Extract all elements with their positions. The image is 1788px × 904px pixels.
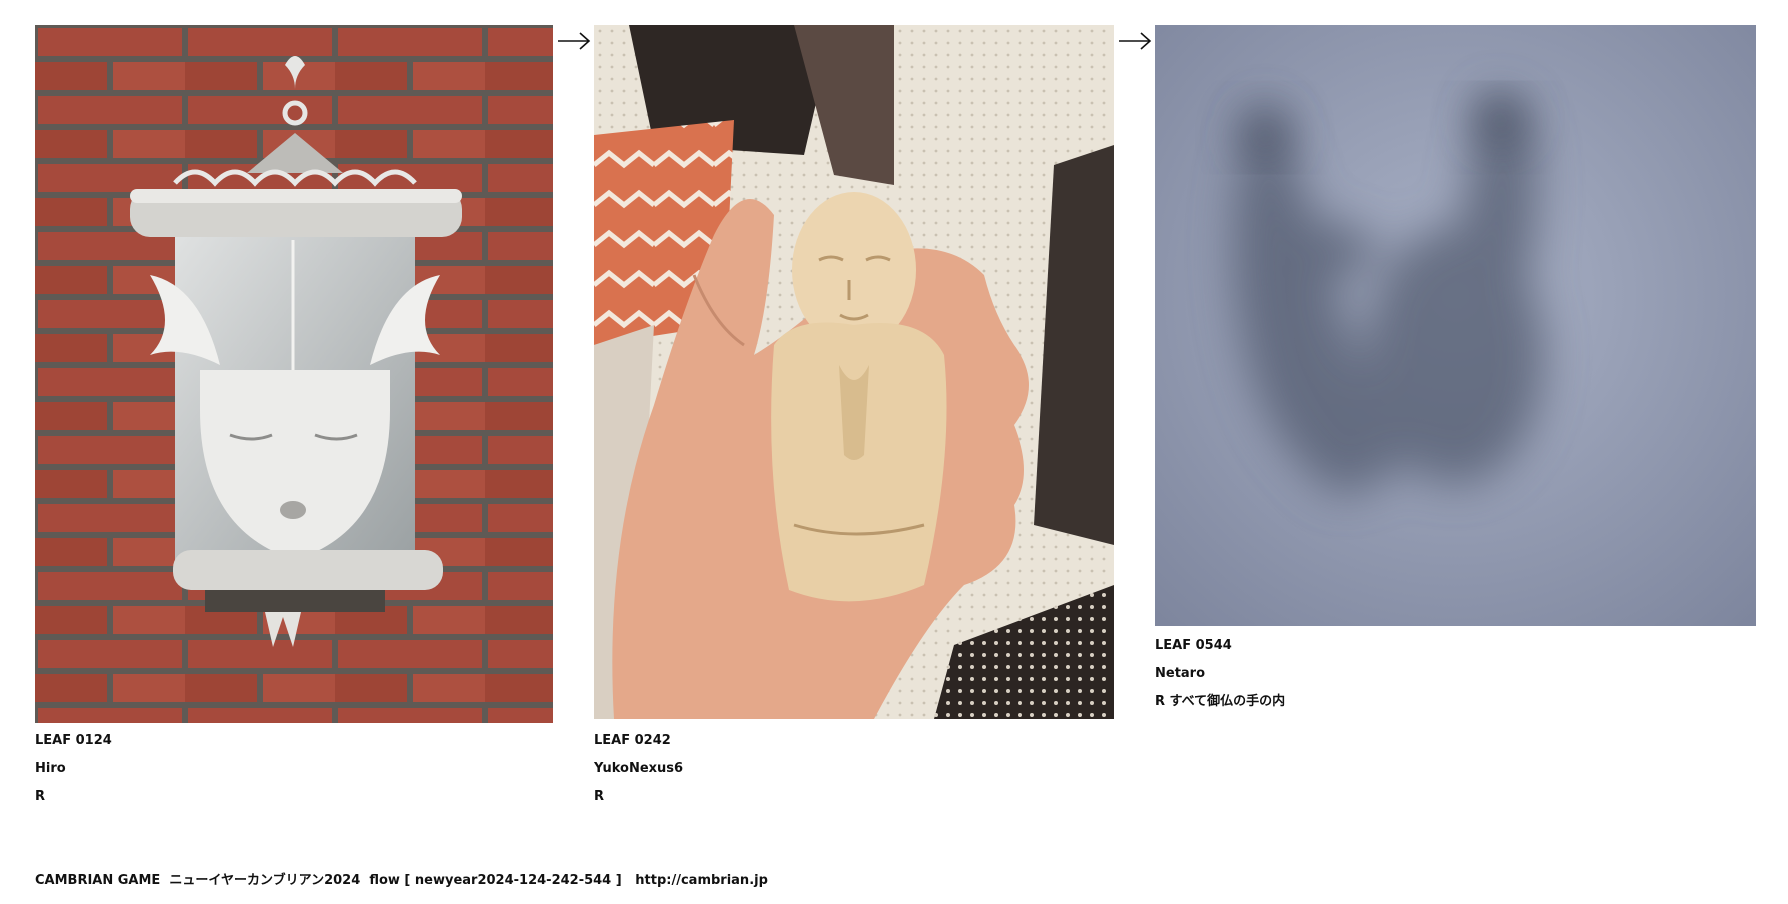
leaf-photo-1[interactable] xyxy=(35,25,553,723)
right-arrow-icon xyxy=(558,32,591,50)
leaf-author-1[interactable]: Hiro xyxy=(35,761,553,776)
leaf-card-1: LEAF 0124 Hiro R xyxy=(35,25,553,804)
footer-info: CAMBRIAN GAME ニューイヤーカンブリアン2024 flow [ ne… xyxy=(35,873,768,889)
leaf-note-3: R すべて御仏の手の内 xyxy=(1155,694,1286,709)
leaf-photo-3[interactable] xyxy=(1155,25,1756,626)
leaf-note-1: R xyxy=(35,789,46,804)
leaf-card-2: LEAF 0242 YukoNexus6 R xyxy=(594,25,1114,804)
leaf-number-2: LEAF 0242 xyxy=(594,733,671,748)
footer-game-name[interactable]: CAMBRIAN GAME xyxy=(35,873,160,888)
lantern-photo-image xyxy=(35,25,553,723)
footer-title: ニューイヤーカンブリアン2024 xyxy=(169,873,361,888)
leaf-author-3[interactable]: Netaro xyxy=(1155,666,1756,681)
leaf-note-2: R xyxy=(594,789,605,804)
footer-flow: flow [ newyear2024-124-242-544 ] xyxy=(369,873,622,888)
leaf-number-3: LEAF 0544 xyxy=(1155,638,1232,653)
jizo-photo-image xyxy=(594,25,1114,719)
footer-url-link[interactable]: http://cambrian.jp xyxy=(635,873,768,888)
leaf-photo-2[interactable] xyxy=(594,25,1114,719)
leaf-number-1: LEAF 0124 xyxy=(35,733,112,748)
leaf-card-3: LEAF 0544 Netaro R すべて御仏の手の内 xyxy=(1155,25,1756,709)
right-arrow-icon xyxy=(1119,32,1152,50)
shadow-photo-image xyxy=(1155,25,1756,626)
leaf-author-2[interactable]: YukoNexus6 xyxy=(594,761,1114,776)
